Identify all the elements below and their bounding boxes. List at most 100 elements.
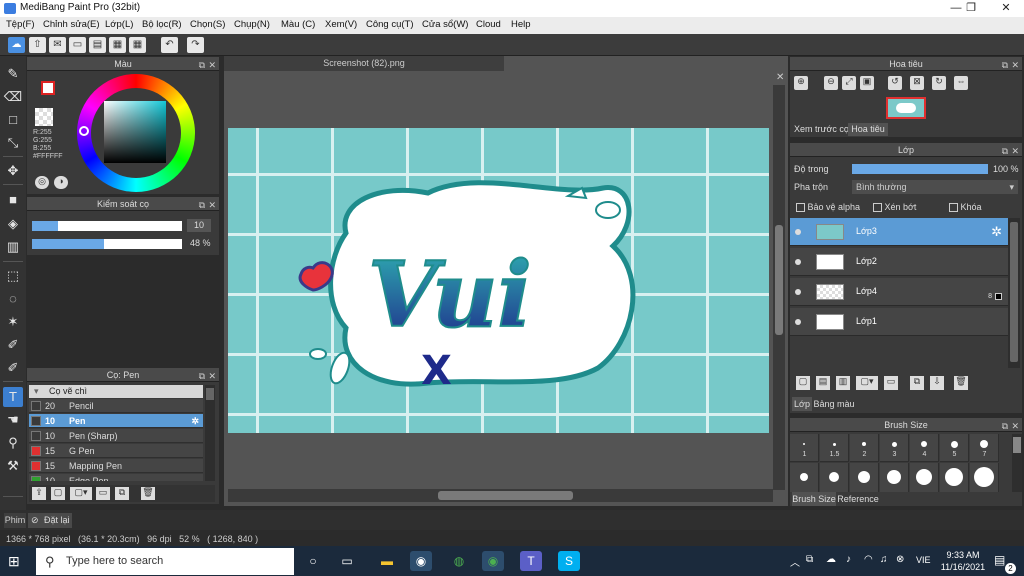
operation-tool-icon[interactable]: ☚ bbox=[3, 410, 23, 430]
collapse-icon[interactable]: ▾ bbox=[34, 385, 39, 398]
menu-help[interactable]: Help bbox=[511, 19, 531, 30]
brush-settings-icon[interactable]: ✲ bbox=[191, 414, 199, 428]
add-brush-cloud-icon[interactable]: ⇪ bbox=[32, 487, 46, 500]
snap-tool-icon[interactable]: ⤡ bbox=[3, 133, 23, 153]
close-button[interactable]: ✕ bbox=[989, 0, 1023, 17]
popout-icon[interactable]: ⧉ bbox=[199, 58, 205, 72]
horizontal-scrollbar[interactable] bbox=[228, 489, 773, 502]
brush-size-cell[interactable]: 1.5 bbox=[820, 434, 849, 462]
clip-option[interactable]: Xén bớt bbox=[873, 202, 916, 213]
notification-icon[interactable]: ▤ bbox=[994, 553, 1005, 567]
brush-size-cell-large[interactable] bbox=[940, 463, 969, 492]
new-8bit-layer-icon[interactable]: ▥ bbox=[836, 376, 850, 390]
layer-list-scrollbar[interactable] bbox=[1008, 218, 1020, 368]
zoom-in-icon[interactable]: ⊕ bbox=[794, 76, 808, 90]
brush-size-scrollbar[interactable] bbox=[1012, 434, 1022, 492]
new-halftone-layer-icon[interactable]: ▤ bbox=[816, 376, 830, 390]
brush-tool-icon[interactable]: ✎ bbox=[3, 64, 23, 84]
tray-app-icon[interactable]: ⧉ bbox=[806, 554, 813, 565]
gradient-tool-icon[interactable]: ▥ bbox=[3, 237, 23, 257]
brush-group-header[interactable]: ▾ Cọ vẽ chì bbox=[29, 385, 203, 398]
rotate-left-icon[interactable]: ↺ bbox=[888, 76, 902, 90]
hand-tool-icon[interactable]: ⚒ bbox=[3, 456, 23, 476]
input-language[interactable]: VIE bbox=[916, 555, 931, 565]
close-icon[interactable]: ✕ bbox=[208, 369, 216, 383]
network-icon[interactable]: ◠ bbox=[864, 554, 873, 565]
tab-material[interactable]: Bảng màu bbox=[812, 397, 856, 411]
layer-visibility-icon[interactable] bbox=[795, 229, 801, 235]
taskbar-search-box[interactable]: ⚲ Type here to search bbox=[36, 548, 294, 575]
hue-ring[interactable] bbox=[77, 74, 195, 192]
cortana-icon[interactable]: ○ bbox=[302, 551, 324, 571]
brush-size-cell-large[interactable] bbox=[820, 463, 849, 492]
menu-window[interactable]: Cửa sổ(W) bbox=[422, 19, 468, 30]
popout-icon[interactable]: ⧉ bbox=[1002, 419, 1008, 433]
layer-row[interactable]: Lớp4 8 bbox=[790, 278, 1008, 306]
flip-icon[interactable]: ⇔ bbox=[954, 76, 968, 90]
eyedropper-tool-icon[interactable]: ⚲ bbox=[3, 433, 23, 453]
document-tab[interactable]: Screenshot (82).png bbox=[224, 56, 504, 71]
brush-list-item[interactable]: 10 Pen ✲ bbox=[29, 414, 203, 428]
add-layer-menu-icon[interactable]: ▢▾ bbox=[856, 376, 878, 390]
protect-alpha-option[interactable]: Bảo vệ alpha bbox=[796, 202, 860, 213]
select-tool-icon[interactable]: ⬚ bbox=[3, 266, 23, 286]
transparent-color-swatch[interactable] bbox=[35, 108, 53, 126]
maximize-button[interactable]: ❐ bbox=[954, 0, 988, 17]
brush-size-cell-large[interactable] bbox=[790, 463, 819, 492]
move-tool-icon[interactable]: ✥ bbox=[3, 161, 23, 181]
volume-icon[interactable]: ♫ bbox=[880, 554, 888, 565]
vertical-scrollbar[interactable] bbox=[773, 85, 785, 490]
page-icon[interactable]: ▤ bbox=[89, 37, 106, 53]
layer-visibility-icon[interactable] bbox=[795, 259, 801, 265]
fit-icon[interactable]: ⤢ bbox=[842, 76, 856, 90]
close-icon[interactable]: ✕ bbox=[208, 198, 216, 212]
brush-size-cell-large[interactable] bbox=[850, 463, 879, 492]
new-brush-icon[interactable]: ▢ bbox=[51, 487, 65, 500]
close-icon[interactable]: ✕ bbox=[1011, 144, 1019, 158]
brush-list-item[interactable]: 15 Mapping Pen bbox=[29, 459, 203, 473]
blend-mode-select[interactable]: Bình thường ▾ bbox=[852, 180, 1018, 194]
brush-size-cell[interactable]: 1 bbox=[790, 434, 819, 462]
protect-alpha-checkbox[interactable] bbox=[796, 203, 805, 213]
menu-select[interactable]: Chọn(S) bbox=[190, 19, 225, 30]
merge-layer-icon[interactable]: ⇩ bbox=[930, 376, 944, 390]
fill-shape-tool-icon[interactable]: ■ bbox=[3, 190, 23, 210]
layer-opacity-slider[interactable] bbox=[852, 164, 988, 174]
navigator-thumbnail[interactable] bbox=[886, 97, 926, 119]
layer-row[interactable]: Lớp2 bbox=[790, 248, 1008, 276]
reset-view-icon[interactable]: ⊠ bbox=[910, 76, 924, 90]
brush-size-cell[interactable]: 7 bbox=[970, 434, 999, 462]
tab-filter[interactable]: Phim bbox=[4, 513, 26, 528]
artwork-canvas[interactable]: Vui X bbox=[228, 128, 769, 433]
brush-list-item[interactable]: 10 Pen (Sharp) bbox=[29, 429, 203, 443]
popout-icon[interactable]: ⧉ bbox=[199, 198, 205, 212]
share-icon[interactable]: ⇧ bbox=[29, 37, 46, 53]
foreground-color-swatch[interactable] bbox=[41, 81, 55, 95]
lasso-tool-icon[interactable]: ◌ bbox=[3, 289, 23, 309]
layer-visibility-icon[interactable] bbox=[795, 289, 801, 295]
brush-size-value[interactable]: 10 bbox=[187, 219, 211, 232]
brush-opacity-slider[interactable] bbox=[32, 239, 182, 249]
tab-layer[interactable]: Lớp bbox=[792, 397, 812, 411]
reset-button[interactable]: ⊘ Đặt lại bbox=[28, 513, 72, 528]
brush-list-item[interactable]: 20 Pencil bbox=[29, 399, 203, 413]
brush-list-scrollbar[interactable] bbox=[205, 385, 215, 481]
zoom-out-icon[interactable]: ⊖ bbox=[824, 76, 838, 90]
close-icon[interactable]: ✕ bbox=[1011, 419, 1019, 433]
brush-list-item[interactable]: 10 Edge Pen bbox=[29, 474, 203, 481]
brush-size-cell-large[interactable] bbox=[880, 463, 909, 492]
popout-icon[interactable]: ⧉ bbox=[1002, 144, 1008, 158]
duplicate-layer-icon[interactable]: ⧉ bbox=[910, 376, 924, 390]
lock-checkbox[interactable] bbox=[949, 203, 958, 213]
mute-icon[interactable]: ⊗ bbox=[896, 554, 904, 565]
layer-settings-icon[interactable]: ✲ bbox=[991, 224, 1002, 240]
delete-brush-icon[interactable]: 🗑 bbox=[141, 487, 155, 500]
lock-option[interactable]: Khóa bbox=[949, 202, 982, 213]
tray-chevron-icon[interactable]: ︿ bbox=[790, 554, 800, 569]
microphone-icon[interactable]: ♪ bbox=[846, 554, 851, 565]
grid-icon[interactable]: ▦ bbox=[129, 37, 146, 53]
close-document-icon[interactable]: ✕ bbox=[776, 72, 784, 83]
menu-edit[interactable]: Chỉnh sửa(E) bbox=[43, 19, 100, 30]
layer-row[interactable]: Lớp1 bbox=[790, 308, 1008, 336]
redo-icon[interactable]: ↷ bbox=[187, 37, 204, 53]
